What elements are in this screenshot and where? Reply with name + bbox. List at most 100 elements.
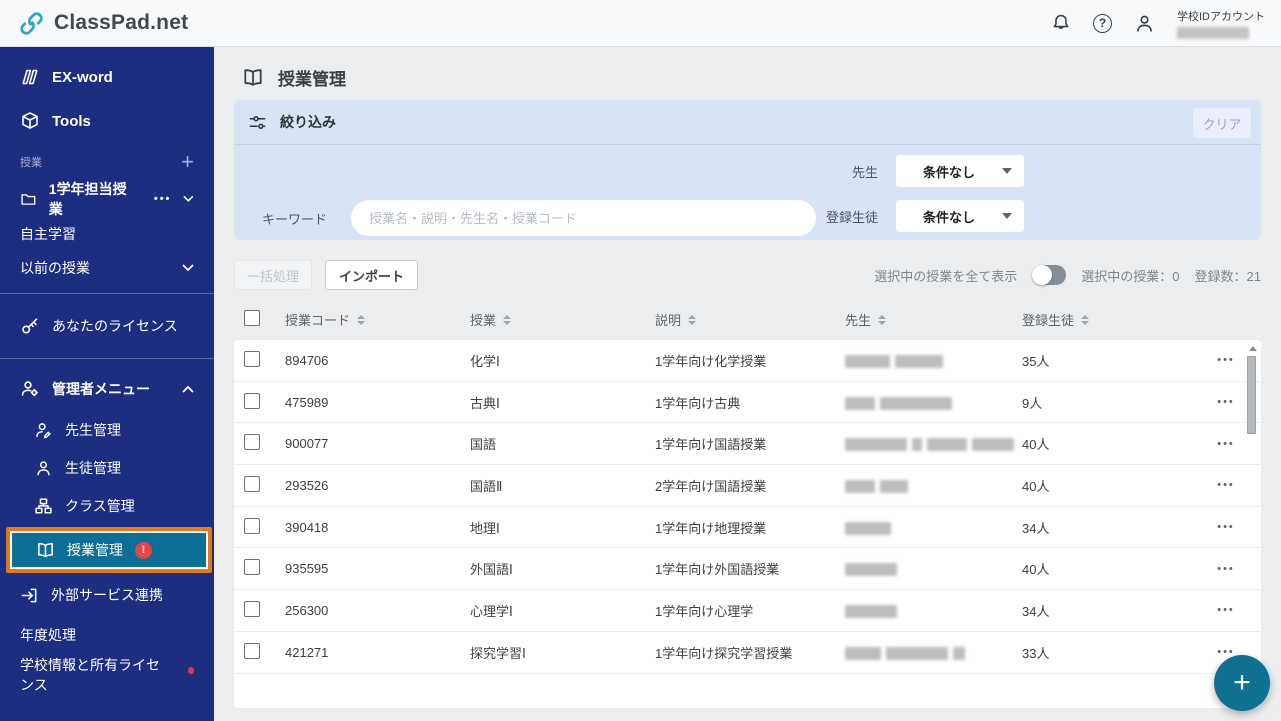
class-code: 256300: [285, 602, 329, 618]
page-title: 授業管理: [278, 70, 346, 89]
classpad-logo[interactable]: ClassPad.net: [0, 10, 188, 37]
account-info[interactable]: 学校IDアカウント: [1177, 8, 1265, 39]
sort-icon: [503, 314, 512, 325]
sidebar-item-teacher-management[interactable]: 先生管理: [0, 411, 214, 449]
class-description: 1学年向け探究学習授業: [655, 645, 793, 661]
row-checkbox[interactable]: [244, 642, 260, 659]
sidebar-item-year-processing[interactable]: 年度処理: [0, 615, 214, 655]
account-type-label: 学校IDアカウント: [1177, 10, 1265, 23]
sidebar-item-ex-word[interactable]: EX-word: [0, 55, 214, 99]
table-row: 935595 外国語Ⅰ 1学年向け外国語授業 40人 •••: [234, 548, 1261, 591]
students-filter-label: 登録生徒: [825, 209, 878, 225]
sidebar-item-previous-classes[interactable]: 以前の授業: [0, 251, 214, 285]
students-filter-select[interactable]: 条件なし: [896, 200, 1024, 232]
table-toolbar: 一括処理 インポート 選択中の授業を全て表示 選択中の授業：0 登録数：21: [234, 259, 1261, 291]
sidebar-item-class-management[interactable]: クラス管理: [0, 487, 214, 525]
row-checkbox[interactable]: [244, 559, 260, 576]
class-code: 475989: [285, 394, 329, 410]
sidebar-item-label: クラス管理: [65, 498, 135, 514]
chevron-down-icon[interactable]: [183, 195, 194, 203]
open-book-icon: [244, 68, 262, 86]
row-checkbox[interactable]: [244, 600, 260, 617]
sidebar-item-label: 1学年担当授業: [48, 181, 127, 217]
sidebar-item-school-info[interactable]: 学校情報と所有ライセンス: [0, 655, 214, 695]
cube-icon: [22, 112, 38, 129]
teacher-name-redacted: [845, 520, 1022, 535]
column-header-teacher[interactable]: 先生: [845, 310, 1022, 329]
column-header-code[interactable]: 授業コード: [285, 310, 470, 329]
teacher-filter-select[interactable]: 条件なし: [896, 155, 1024, 187]
teacher-name-redacted: [845, 561, 1022, 577]
sidebar-item-label: 生徒管理: [65, 460, 121, 476]
sidebar-item-your-license[interactable]: あなたのライセンス: [0, 302, 214, 350]
add-class-fab[interactable]: +: [1214, 655, 1270, 711]
student-count: 40人: [1022, 562, 1050, 578]
user-icon[interactable]: [1134, 13, 1155, 34]
row-checkbox[interactable]: [244, 475, 260, 492]
sidebar-divider: [0, 358, 214, 359]
sidebar-item-lesson-management[interactable]: 授業管理 !: [10, 531, 208, 569]
scroll-up-icon[interactable]: [1249, 346, 1257, 351]
sidebar-item-label: 以前の授業: [20, 260, 90, 276]
chevron-down-icon[interactable]: [182, 264, 194, 272]
sidebar-item-label: 管理者メニュー: [52, 381, 150, 397]
more-options-icon[interactable]: •••: [154, 193, 172, 205]
open-book-icon: [38, 542, 53, 557]
student-count: 9人: [1022, 395, 1043, 411]
row-checkbox[interactable]: [244, 517, 260, 534]
column-header-description[interactable]: 説明: [655, 310, 845, 329]
column-header-students[interactable]: 登録生徒: [1022, 310, 1191, 329]
teacher-name-redacted: [845, 353, 1022, 368]
sidebar-item-external-services[interactable]: 外部サービス連携: [0, 575, 214, 615]
notification-bell-icon[interactable]: [1051, 13, 1071, 33]
help-icon[interactable]: ?: [1093, 13, 1112, 33]
column-header-name[interactable]: 授業: [470, 310, 655, 329]
admin-user-icon: [21, 381, 38, 397]
bulk-action-button[interactable]: 一括処理: [234, 260, 313, 290]
table-row: 256300 心理学Ⅰ 1学年向け心理学 34人 •••: [234, 590, 1261, 632]
clear-filter-button[interactable]: クリア: [1193, 108, 1251, 138]
class-name: 古典Ⅰ: [470, 395, 500, 411]
table-scrollbar[interactable]: [1246, 344, 1258, 704]
filter-panel: 絞り込み クリア キーワード 先生 条件なし 登録生徒 条件なし: [234, 100, 1261, 240]
student-count: 40人: [1022, 478, 1050, 494]
teacher-filter-field: 先生 条件なし: [822, 155, 1024, 187]
teacher-name-redacted: [845, 478, 1022, 493]
class-code: 293526: [285, 477, 329, 493]
class-code: 390418: [285, 519, 329, 535]
class-description: 1学年向け地理授業: [655, 520, 767, 536]
row-checkbox[interactable]: [244, 392, 260, 409]
teacher-icon: [36, 422, 51, 438]
alert-icon: !: [135, 541, 152, 559]
sidebar-item-class-folder[interactable]: 1学年担当授業 •••: [0, 181, 214, 217]
add-class-icon[interactable]: +: [181, 151, 194, 173]
sidebar-item-student-management[interactable]: 生徒管理: [0, 449, 214, 487]
sort-icon: [357, 314, 366, 325]
teacher-filter-value: 条件なし: [922, 164, 975, 180]
table-row: 900077 国語 1学年向け国語授業 40人 •••: [234, 423, 1261, 466]
row-checkbox[interactable]: [244, 350, 260, 367]
notification-dot: [187, 667, 194, 674]
sidebar-item-tools[interactable]: Tools: [0, 99, 214, 143]
students-filter-field: 登録生徒 条件なし: [822, 200, 1024, 232]
sidebar-item-self-study[interactable]: 自主学習: [0, 217, 214, 251]
sort-icon: [1081, 314, 1090, 325]
filter-title: 絞り込み: [280, 114, 336, 130]
class-code: 894706: [285, 352, 329, 368]
class-description: 1学年向け古典: [655, 395, 741, 411]
teacher-filter-label: 先生: [851, 164, 878, 180]
column-label: 先生: [845, 313, 872, 328]
import-button[interactable]: インポート: [325, 260, 419, 290]
classes-table: 894706 化学Ⅰ 1学年向け化学授業 35人 ••• 475989 古典Ⅰ …: [234, 340, 1261, 708]
sidebar-item-admin-menu[interactable]: 管理者メニュー: [0, 367, 214, 411]
row-checkbox[interactable]: [244, 434, 260, 451]
table-row: 293526 国語Ⅱ 2学年向け国語授業 40人 •••: [234, 465, 1261, 507]
chevron-up-icon[interactable]: [182, 385, 194, 393]
student-count: 33人: [1022, 645, 1050, 661]
select-all-checkbox[interactable]: [244, 310, 260, 326]
sort-icon: [688, 314, 697, 325]
class-code: 935595: [285, 561, 329, 577]
keyword-search-input[interactable]: [351, 200, 817, 236]
scrollbar-thumb[interactable]: [1247, 356, 1256, 434]
show-selected-toggle[interactable]: [1032, 265, 1067, 285]
